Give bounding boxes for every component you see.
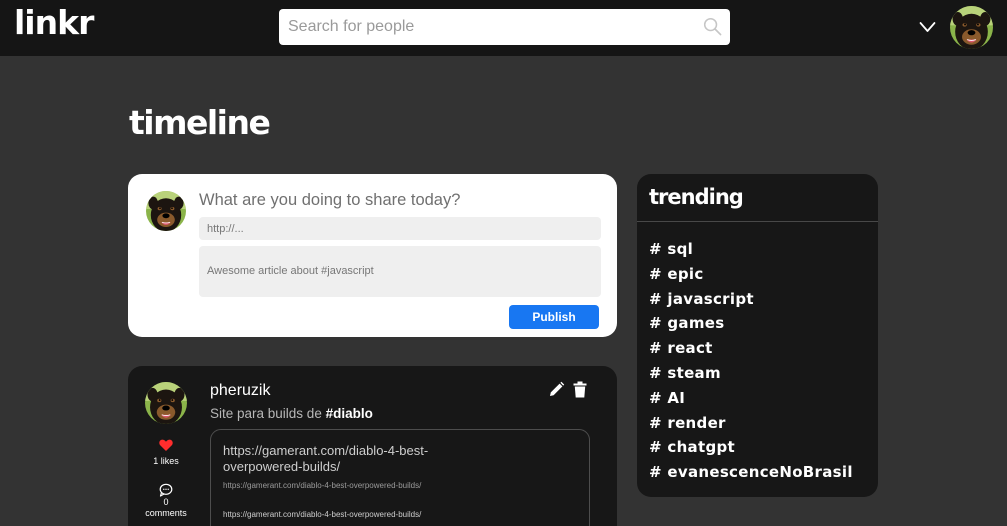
trending-hashtag[interactable]: # javascript [649, 290, 853, 315]
top-bar: linkr [0, 0, 1007, 56]
user-avatar[interactable] [950, 6, 993, 49]
heart-icon[interactable] [159, 439, 173, 451]
link-url: https://gamerant.com/diablo-4-best-overp… [223, 510, 422, 519]
link-preview[interactable]: https://gamerant.com/diablo-4-best-overp… [210, 429, 590, 526]
trending-panel: trending # sql # epic # javascript # gam… [637, 174, 878, 497]
composer-avatar [146, 191, 186, 231]
trending-hashtag[interactable]: # render [649, 414, 853, 439]
trending-title: trending [649, 185, 744, 209]
trending-hashtag[interactable]: # epic [649, 265, 853, 290]
likes-count: 1 likes [153, 456, 179, 466]
new-post-form: What are you doing to share today? Publi… [128, 174, 617, 337]
trending-hashtag[interactable]: # react [649, 339, 853, 364]
composer-prompt: What are you doing to share today? [199, 191, 461, 209]
trash-icon[interactable] [573, 381, 587, 398]
trending-hashtag[interactable]: # evanescenceNoBrasil [649, 463, 853, 488]
trending-hashtag[interactable]: # sql [649, 240, 853, 265]
comments-label: comments [145, 508, 187, 518]
post-text-prefix: Site para builds de [210, 406, 326, 421]
search-box[interactable] [279, 9, 730, 45]
publish-button[interactable]: Publish [509, 305, 599, 329]
post-author-avatar[interactable] [145, 382, 187, 424]
post-card: pheruzik Site para builds de #diablo 1 l… [128, 366, 617, 526]
comments-count: 0 [163, 497, 169, 507]
app-logo[interactable]: linkr [14, 3, 94, 42]
page-title: timeline [129, 103, 271, 142]
trending-hashtag[interactable]: # AI [649, 389, 853, 414]
link-description: https://gamerant.com/diablo-4-best-overp… [223, 481, 422, 490]
link-title: https://gamerant.com/diablo-4-best-overp… [223, 443, 429, 474]
trending-hashtag[interactable]: # chatgpt [649, 438, 853, 463]
trending-hashtag[interactable]: # steam [649, 364, 853, 389]
description-input[interactable] [199, 246, 601, 297]
comment-icon[interactable] [159, 483, 173, 497]
trending-divider [637, 221, 878, 222]
trending-hashtag[interactable]: # games [649, 314, 853, 339]
url-input[interactable] [199, 217, 601, 240]
trending-list: # sql # epic # javascript # games # reac… [649, 240, 853, 488]
chevron-down-icon[interactable] [919, 19, 936, 35]
search-icon[interactable] [703, 17, 722, 36]
search-input[interactable] [279, 9, 699, 45]
edit-icon[interactable] [548, 381, 565, 398]
post-username[interactable]: pheruzik [210, 382, 270, 400]
post-text: Site para builds de #diablo [210, 406, 373, 421]
post-hashtag[interactable]: #diablo [326, 406, 373, 421]
